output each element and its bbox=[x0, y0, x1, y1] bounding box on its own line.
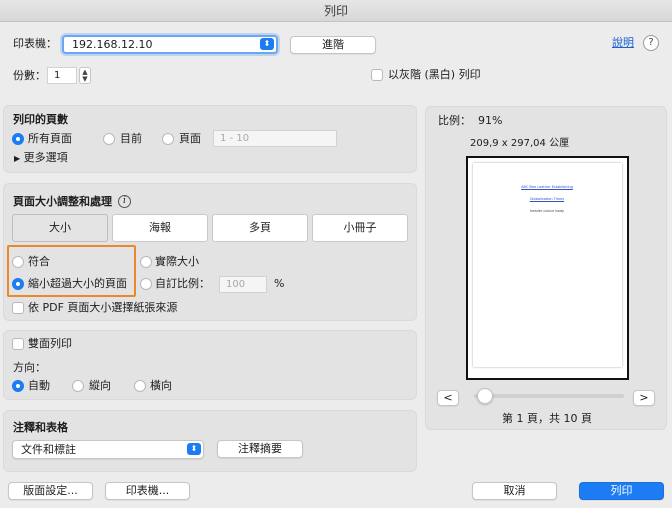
fit-label: 符合 bbox=[28, 255, 50, 268]
pages-all-radio[interactable] bbox=[12, 133, 24, 145]
orientation-landscape-label: 橫向 bbox=[150, 379, 172, 392]
tab-multiple[interactable]: 多頁 bbox=[212, 214, 308, 242]
thumbnail-line: Globalization Times bbox=[529, 197, 565, 201]
fit-radio[interactable] bbox=[12, 256, 24, 268]
next-page-button[interactable]: > bbox=[633, 390, 655, 406]
select-arrows-icon: ⬍ bbox=[187, 443, 201, 455]
shrink-oversized-radio[interactable] bbox=[12, 278, 24, 290]
copies-input[interactable]: 1 bbox=[47, 67, 77, 84]
advanced-button[interactable]: 進階 bbox=[290, 36, 376, 54]
percent-label: % bbox=[274, 277, 285, 290]
custom-scale-input[interactable]: 100 bbox=[219, 276, 267, 293]
tab-booklet[interactable]: 小冊子 bbox=[312, 214, 408, 242]
preview-thumbnail[interactable]: ABC Bee Leather Establishing Globalizati… bbox=[473, 163, 622, 367]
printer-label: 印表機： bbox=[13, 37, 57, 50]
page-indicator: 第 1 頁，共 10 頁 bbox=[502, 412, 592, 425]
tab-size[interactable]: 大小 bbox=[12, 214, 108, 242]
page-slider-track[interactable] bbox=[474, 394, 624, 398]
printer-value: 192.168.12.10 bbox=[72, 38, 153, 51]
grayscale-checkbox[interactable] bbox=[371, 69, 383, 81]
help-link[interactable]: 說明 bbox=[612, 36, 634, 50]
page-slider-knob[interactable] bbox=[477, 388, 493, 404]
duplex-checkbox[interactable] bbox=[12, 338, 24, 350]
page-range-input[interactable]: 1 - 10 bbox=[213, 130, 337, 147]
help-icon[interactable]: ? bbox=[643, 35, 659, 51]
pages-range-radio[interactable] bbox=[162, 133, 174, 145]
window-titlebar: 列印 bbox=[0, 0, 672, 22]
pages-current-radio[interactable] bbox=[103, 133, 115, 145]
page-setup-button[interactable]: 版面設定... bbox=[8, 482, 93, 500]
grayscale-label: 以灰階 (黑白) 列印 bbox=[388, 68, 481, 81]
custom-scale-radio[interactable] bbox=[140, 278, 152, 290]
shrink-oversized-label: 縮小超過大小的頁面 bbox=[28, 277, 127, 290]
more-options-label: 更多選項 bbox=[23, 151, 68, 164]
select-arrows-icon: ⬍ bbox=[260, 38, 274, 50]
copies-stepper[interactable]: ▲ ▼ bbox=[79, 67, 91, 84]
preview-page-size: 209,9 x 297,04 公厘 bbox=[470, 138, 570, 149]
orientation-landscape-radio[interactable] bbox=[134, 380, 146, 392]
preview-scale-value: 91% bbox=[478, 114, 503, 127]
printer-select[interactable]: 192.168.12.10 ⬍ bbox=[62, 35, 278, 54]
more-options-disclosure[interactable]: ▶ 更多選項 bbox=[14, 151, 68, 166]
orientation-auto-label: 自動 bbox=[28, 379, 50, 392]
pages-all-label: 所有頁面 bbox=[28, 132, 72, 145]
pages-current-label: 目前 bbox=[120, 132, 142, 145]
comments-summary-button[interactable]: 注釋摘要 bbox=[217, 440, 303, 458]
tab-poster[interactable]: 海報 bbox=[112, 214, 208, 242]
duplex-label: 雙面列印 bbox=[28, 337, 72, 350]
comments-heading: 注釋和表格 bbox=[13, 421, 68, 434]
pdf-paper-source-label: 依 PDF 頁面大小選擇紙張來源 bbox=[28, 301, 178, 314]
orientation-auto-radio[interactable] bbox=[12, 380, 24, 392]
pages-range-label: 頁面 bbox=[179, 132, 201, 145]
pages-heading: 列印的頁數 bbox=[13, 113, 68, 126]
orientation-portrait-radio[interactable] bbox=[72, 380, 84, 392]
disclosure-triangle-icon: ▶ bbox=[14, 154, 21, 163]
pdf-paper-source-checkbox[interactable] bbox=[12, 302, 24, 314]
actual-size-radio[interactable] bbox=[140, 256, 152, 268]
cancel-button[interactable]: 取消 bbox=[472, 482, 557, 500]
orientation-portrait-label: 縱向 bbox=[89, 379, 111, 392]
window-title: 列印 bbox=[323, 4, 348, 18]
sizing-heading: 頁面大小調整和處理 bbox=[13, 195, 112, 208]
info-icon[interactable]: i bbox=[118, 195, 131, 208]
thumbnail-line: ABC Bee Leather Establishing bbox=[521, 185, 573, 189]
print-button[interactable]: 列印 bbox=[579, 482, 664, 500]
printer-button[interactable]: 印表機... bbox=[105, 482, 190, 500]
preview-scale-label: 比例： bbox=[438, 114, 471, 127]
thumbnail-line: header colour body bbox=[529, 209, 565, 213]
comments-select[interactable]: 文件和標註 ⬍ bbox=[12, 440, 204, 459]
orientation-label: 方向： bbox=[13, 361, 46, 374]
actual-size-label: 實際大小 bbox=[155, 255, 199, 268]
copies-label: 份數： bbox=[13, 69, 46, 82]
prev-page-button[interactable]: < bbox=[437, 390, 459, 406]
stepper-down-icon: ▼ bbox=[82, 75, 88, 83]
comments-select-value: 文件和標註 bbox=[21, 443, 76, 456]
custom-scale-label: 自訂比例： bbox=[155, 277, 210, 290]
